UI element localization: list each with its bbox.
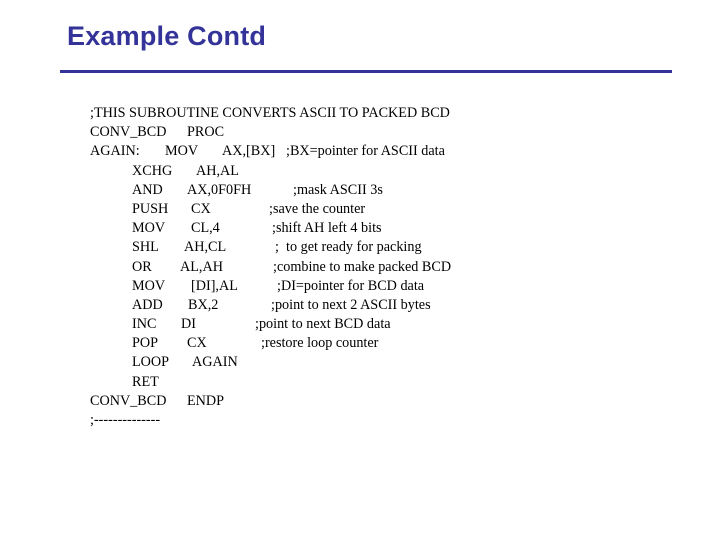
code-op: XCHG — [132, 162, 173, 179]
code-op: MOV — [132, 277, 166, 294]
code-args: AH,CL — [184, 239, 227, 256]
code-comment: ;mask ASCII 3s — [293, 181, 383, 198]
code-label: CONV_BCD — [90, 124, 167, 141]
code-args: AGAIN — [192, 354, 238, 371]
code-line: OR AL,AH ;combine to make packed BCD — [90, 258, 451, 277]
code-label: CONV_BCD — [90, 392, 167, 409]
code-args: AH,AL — [196, 162, 239, 179]
code-args: BX,2 — [188, 296, 219, 313]
code-line: MOV [DI],AL ;DI=pointer for BCD data — [90, 277, 424, 296]
slide-title: Example Contd — [67, 21, 267, 51]
code-op: MOV — [132, 220, 166, 237]
code-line: SHL AH,CL ; to get ready for packing — [90, 238, 422, 257]
code-comment-header: ;THIS SUBROUTINE CONVERTS ASCII TO PACKE… — [90, 105, 450, 121]
code-op: ADD — [132, 296, 163, 313]
code-op: POP — [132, 335, 159, 352]
code-line: AGAIN: MOV AX,[BX] ;BX=pointer for ASCII… — [90, 142, 445, 161]
code-op: PUSH — [132, 200, 169, 217]
code-op: MOV — [165, 143, 199, 160]
assembly-code-listing: ;THIS SUBROUTINE CONVERTS ASCII TO PACKE… — [90, 104, 451, 430]
code-op: INC — [132, 316, 157, 333]
code-op: ENDP — [187, 392, 225, 409]
code-line: AND AX,0F0FH ;mask ASCII 3s — [90, 181, 383, 200]
code-op: RET — [132, 373, 159, 390]
code-line: ;-------------- — [90, 411, 160, 430]
code-args: AX,0F0FH — [187, 181, 252, 198]
code-comment: ;restore loop counter — [261, 335, 379, 352]
code-comment: ;DI=pointer for BCD data — [277, 277, 425, 294]
code-op: SHL — [132, 239, 159, 256]
code-comment: ;save the counter — [269, 200, 366, 217]
code-line: MOV CL,4 ;shift AH left 4 bits — [90, 219, 382, 238]
code-line: LOOP AGAIN — [90, 353, 238, 372]
code-args: AX,[BX] — [222, 143, 276, 160]
code-line: ;THIS SUBROUTINE CONVERTS ASCII TO PACKE… — [90, 104, 450, 123]
code-line: CONV_BCD ENDP — [90, 392, 224, 411]
code-comment: ;point to next 2 ASCII bytes — [271, 296, 431, 313]
code-args: CX — [187, 335, 207, 352]
code-line: PUSH CX ;save the counter — [90, 200, 365, 219]
code-line: RET — [90, 373, 159, 392]
code-op: OR — [132, 258, 152, 275]
code-args: CX — [191, 200, 211, 217]
code-args: AL,AH — [180, 258, 223, 275]
code-op: PROC — [187, 124, 225, 141]
code-op: LOOP — [132, 354, 170, 371]
code-line: CONV_BCD PROC — [90, 123, 224, 142]
code-line: INC DI ;point to next BCD data — [90, 315, 391, 334]
code-label: AGAIN: — [90, 143, 140, 160]
code-op: AND — [132, 181, 163, 198]
code-line: ADD BX,2 ;point to next 2 ASCII bytes — [90, 296, 431, 315]
code-comment: ;BX=pointer for ASCII data — [286, 143, 445, 160]
code-comment: ;shift AH left 4 bits — [272, 220, 382, 237]
title-divider — [60, 70, 672, 73]
code-line: POP CX ;restore loop counter — [90, 334, 378, 353]
code-comment: ; to get ready for packing — [275, 239, 422, 256]
code-args: CL,4 — [191, 220, 220, 237]
code-separator: ;-------------- — [90, 412, 161, 428]
code-comment: ;combine to make packed BCD — [273, 258, 452, 275]
code-args: DI — [181, 316, 196, 333]
code-args: [DI],AL — [191, 277, 238, 294]
code-comment: ;point to next BCD data — [255, 316, 391, 333]
code-line: XCHG AH,AL — [90, 162, 239, 181]
